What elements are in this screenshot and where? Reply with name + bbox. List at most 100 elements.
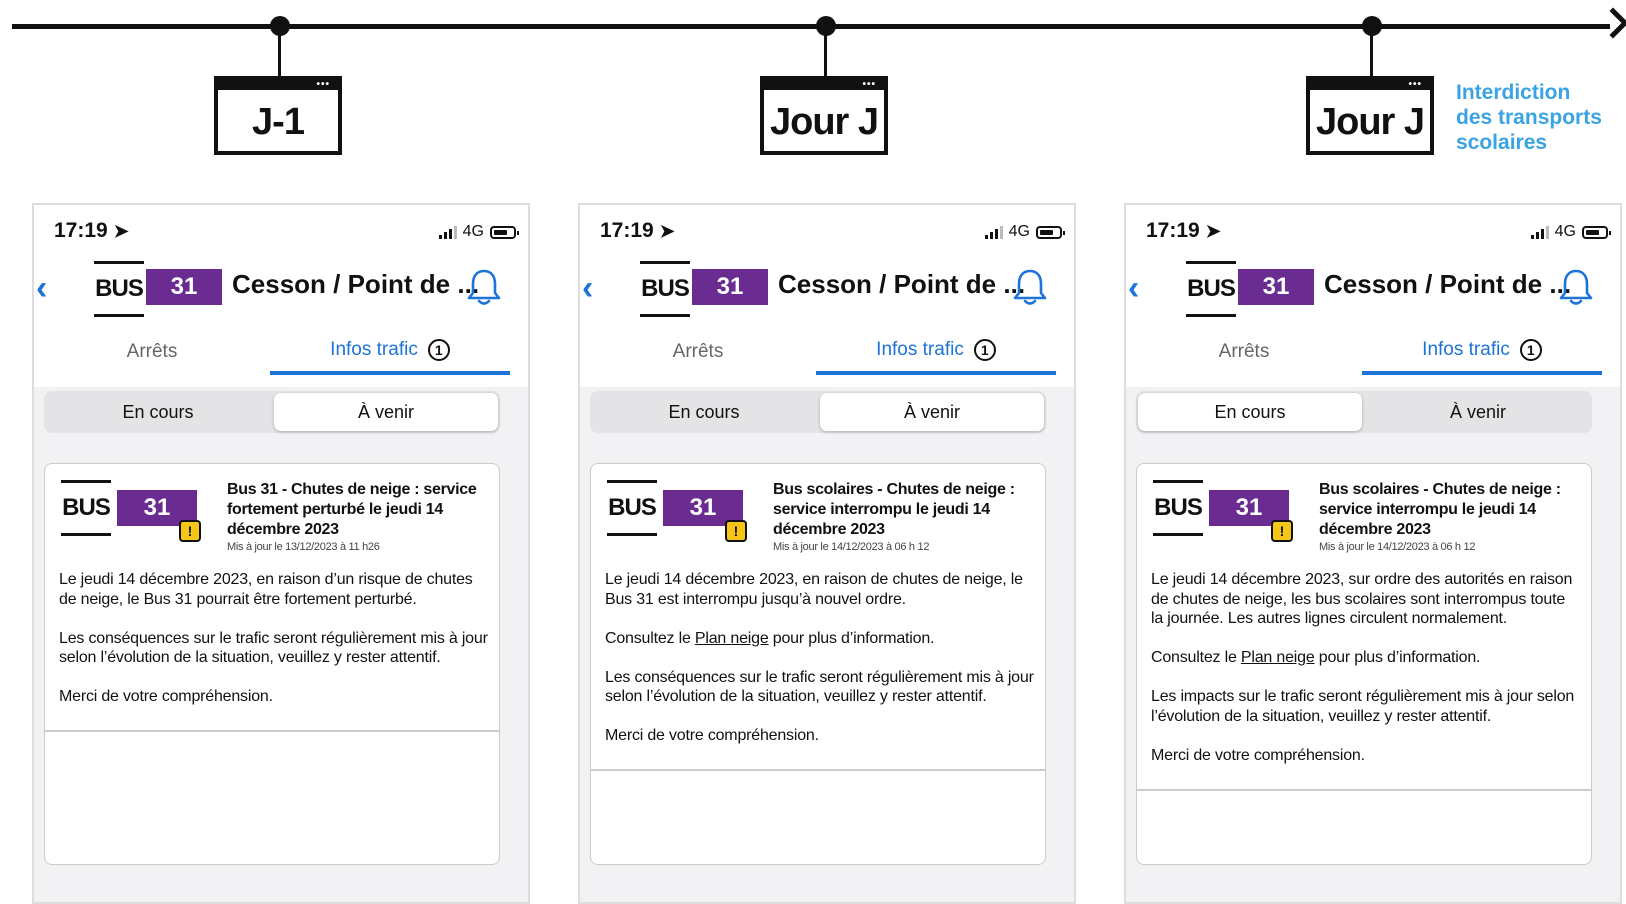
bell-icon[interactable] bbox=[1012, 267, 1048, 307]
plan-neige-link[interactable]: Plan neige bbox=[695, 630, 769, 647]
card-divider bbox=[591, 769, 1045, 771]
segment-current[interactable]: En cours bbox=[1138, 393, 1362, 431]
chevron-left-icon[interactable]: ‹ bbox=[582, 271, 593, 305]
bus-logo: BUS bbox=[61, 480, 111, 536]
message-updated: Mis à jour le 14/12/2023 à 06 h 12 bbox=[773, 541, 930, 553]
line-badge: 31 bbox=[146, 269, 222, 305]
message-title: Bus scolaires - Chutes de neige : servic… bbox=[1319, 480, 1579, 554]
stage-label: Jour J bbox=[769, 101, 879, 143]
segmented-control: En cours À venir bbox=[1136, 391, 1592, 433]
app-header: 17:19 ➤ 4G ‹ BUS 31 Cesson / Point de ..… bbox=[34, 205, 528, 387]
segment-upcoming[interactable]: À venir bbox=[1366, 393, 1590, 431]
bell-icon[interactable] bbox=[1558, 267, 1594, 307]
window-dots-icon: ••• bbox=[316, 79, 330, 90]
stage-window: ••• Jour J bbox=[760, 76, 888, 155]
message-updated: Mis à jour le 13/12/2023 à 11 h26 bbox=[227, 541, 380, 553]
segment-upcoming[interactable]: À venir bbox=[274, 393, 498, 431]
message-title: Bus 31 - Chutes de neige : service forte… bbox=[227, 480, 487, 554]
stage-window: ••• J-1 bbox=[214, 76, 342, 155]
signal-icon bbox=[984, 225, 1003, 239]
battery-icon bbox=[1036, 225, 1065, 239]
message-paragraph: Le jeudi 14 décembre 2023, en raison de … bbox=[605, 571, 1023, 608]
message-paragraph: Le jeudi 14 décembre 2023, en raison d’u… bbox=[59, 571, 473, 608]
tab-traffic-info[interactable]: Infos trafic 1 bbox=[1362, 329, 1602, 375]
location-arrow-icon: ➤ bbox=[659, 221, 675, 241]
page-title: Cesson / Point de ... bbox=[778, 269, 1026, 299]
tab-stops[interactable]: Arrêts bbox=[580, 329, 816, 375]
plan-neige-link[interactable]: Plan neige bbox=[1241, 649, 1315, 666]
segment-current[interactable]: En cours bbox=[46, 393, 270, 431]
app-header: 17:19 ➤ 4G ‹ BUS 31 Cesson / Point de ..… bbox=[1126, 205, 1620, 387]
line-badge: 31 bbox=[692, 269, 768, 305]
timeline-marker bbox=[1362, 16, 1382, 36]
phone-screen: 17:19 ➤ 4G ‹ BUS 31 Cesson / Point de ..… bbox=[32, 203, 530, 904]
segmented-control: En cours À venir bbox=[590, 391, 1046, 433]
timeline-arrow-icon bbox=[1597, 7, 1626, 39]
segmented-control: En cours À venir bbox=[44, 391, 500, 433]
status-time: 17:19 ➤ bbox=[1146, 219, 1221, 242]
message-paragraph: Merci de votre compréhension. bbox=[59, 688, 273, 705]
card-divider bbox=[1137, 789, 1591, 791]
status-indicators: 4G bbox=[984, 223, 1065, 241]
tab-traffic-info[interactable]: Infos trafic 1 bbox=[816, 329, 1056, 375]
message-body: Le jeudi 14 décembre 2023, sur ordre des… bbox=[1151, 570, 1581, 785]
tab-traffic-info[interactable]: Infos trafic 1 bbox=[270, 329, 510, 375]
warning-icon: ! bbox=[179, 520, 201, 542]
message-paragraph: Les conséquences sur le trafic seront ré… bbox=[605, 668, 1034, 706]
tab-stops[interactable]: Arrêts bbox=[34, 329, 270, 375]
message-paragraph: Consultez le Plan neige pour plus d’info… bbox=[605, 629, 935, 647]
bell-icon[interactable] bbox=[466, 267, 502, 307]
traffic-message-card[interactable]: BUS 31 ! Bus 31 - Chutes de neige : serv… bbox=[44, 463, 500, 865]
status-time: 17:19 ➤ bbox=[600, 219, 675, 242]
stage-note: Interdiction des transports scolaires bbox=[1456, 80, 1616, 155]
message-paragraph: Merci de votre compréhension. bbox=[605, 727, 819, 744]
location-arrow-icon: ➤ bbox=[113, 221, 129, 241]
signal-icon bbox=[1530, 225, 1549, 239]
traffic-count-badge: 1 bbox=[427, 339, 450, 361]
timeline-stem bbox=[278, 34, 281, 78]
bus-logo: BUS bbox=[1153, 480, 1203, 536]
message-body: Le jeudi 14 décembre 2023, en raison de … bbox=[605, 570, 1035, 765]
message-paragraph: Le jeudi 14 décembre 2023, sur ordre des… bbox=[1151, 571, 1573, 627]
message-paragraph: Les impacts sur le trafic seront réguliè… bbox=[1151, 688, 1575, 725]
page-title: Cesson / Point de ... bbox=[232, 269, 480, 299]
card-divider bbox=[45, 730, 499, 732]
network-label: 4G bbox=[1554, 223, 1576, 240]
bus-logo: BUS bbox=[640, 261, 690, 317]
message-updated: Mis à jour le 14/12/2023 à 06 h 12 bbox=[1319, 541, 1476, 553]
timeline-stem bbox=[1370, 34, 1373, 78]
window-dots-icon: ••• bbox=[1408, 79, 1422, 90]
line-badge: 31 bbox=[1238, 269, 1314, 305]
phone-screen: 17:19 ➤ 4G ‹ BUS 31 Cesson / Point de ..… bbox=[1124, 203, 1622, 904]
stage-label: J-1 bbox=[252, 101, 305, 143]
chevron-left-icon[interactable]: ‹ bbox=[36, 271, 47, 305]
traffic-message-card[interactable]: BUS 31 ! Bus scolaires - Chutes de neige… bbox=[1136, 463, 1592, 865]
location-arrow-icon: ➤ bbox=[1205, 221, 1221, 241]
timeline-marker bbox=[816, 16, 836, 36]
timeline-marker bbox=[270, 16, 290, 36]
app-header: 17:19 ➤ 4G ‹ BUS 31 Cesson / Point de ..… bbox=[580, 205, 1074, 387]
stage-note-line: des transports bbox=[1456, 106, 1602, 129]
message-paragraph: Merci de votre compréhension. bbox=[1151, 746, 1365, 764]
status-time: 17:19 ➤ bbox=[54, 219, 129, 242]
warning-icon: ! bbox=[725, 520, 747, 542]
stage-label: Jour J bbox=[1315, 101, 1425, 143]
segment-current[interactable]: En cours bbox=[592, 393, 816, 431]
stage-window: ••• Jour J bbox=[1306, 76, 1434, 155]
bus-logo: BUS bbox=[94, 261, 144, 317]
tab-stops[interactable]: Arrêts bbox=[1126, 329, 1362, 375]
traffic-count-badge: 1 bbox=[1519, 339, 1542, 361]
timeline-stem bbox=[824, 34, 827, 78]
traffic-message-card[interactable]: BUS 31 ! Bus scolaires - Chutes de neige… bbox=[590, 463, 1046, 865]
message-paragraph: Les conséquences sur le trafic seront ré… bbox=[59, 629, 488, 667]
status-indicators: 4G bbox=[1530, 223, 1611, 241]
segment-upcoming[interactable]: À venir bbox=[820, 393, 1044, 431]
stage-note-line: scolaires bbox=[1456, 131, 1548, 154]
battery-icon bbox=[490, 225, 519, 239]
network-label: 4G bbox=[1008, 223, 1030, 240]
bus-logo: BUS bbox=[607, 480, 657, 536]
page-title: Cesson / Point de ... bbox=[1324, 269, 1572, 299]
chevron-left-icon[interactable]: ‹ bbox=[1128, 271, 1139, 305]
signal-icon bbox=[438, 225, 457, 239]
warning-icon: ! bbox=[1271, 520, 1293, 542]
